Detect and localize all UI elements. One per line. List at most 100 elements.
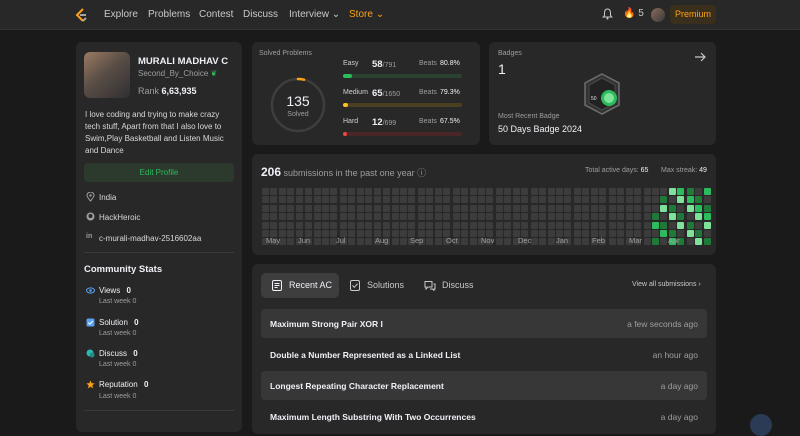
heatmap-day-cell[interactable]: [677, 204, 685, 212]
heatmap-day-cell[interactable]: [574, 204, 581, 212]
heatmap-day-cell[interactable]: [461, 196, 469, 204]
heatmap-day-cell[interactable]: [287, 196, 295, 204]
heatmap-day-cell[interactable]: [295, 196, 303, 204]
heatmap-day-cell[interactable]: [313, 238, 321, 246]
heatmap-day-cell[interactable]: [652, 196, 659, 204]
heatmap-day-cell[interactable]: [305, 213, 313, 221]
tab-solutions[interactable]: Solutions: [350, 273, 410, 298]
heatmap-day-cell[interactable]: [461, 221, 469, 229]
github-link[interactable]: HackHeroic: [99, 213, 140, 222]
heatmap-day-cell[interactable]: [373, 204, 381, 212]
heatmap-day-cell[interactable]: [686, 213, 694, 221]
heatmap-day-cell[interactable]: [660, 230, 668, 237]
heatmap-day-cell[interactable]: [426, 213, 434, 221]
linkedin-link[interactable]: c-murali-madhav-2516602aa: [99, 234, 201, 243]
heatmap-day-cell[interactable]: [703, 213, 711, 221]
heatmap-day-cell[interactable]: [478, 188, 485, 195]
heatmap-day-cell[interactable]: [391, 204, 399, 212]
heatmap-day-cell[interactable]: [686, 238, 694, 246]
heatmap-day-cell[interactable]: [539, 221, 547, 229]
heatmap-day-cell[interactable]: [262, 204, 269, 212]
heatmap-day-cell[interactable]: [305, 188, 313, 195]
heatmap-day-cell[interactable]: [625, 213, 633, 221]
heatmap-day-cell[interactable]: [496, 188, 503, 195]
submission-row[interactable]: Maximum Length Substring With Two Occurr…: [261, 402, 707, 431]
heatmap-day-cell[interactable]: [695, 238, 703, 246]
heatmap-day-cell[interactable]: [426, 204, 434, 212]
heatmap-day-cell[interactable]: [599, 204, 607, 212]
heatmap-day-cell[interactable]: [668, 188, 676, 195]
heatmap-day-cell[interactable]: [348, 196, 356, 204]
heatmap-day-cell[interactable]: [461, 230, 469, 237]
heatmap-day-cell[interactable]: [356, 230, 364, 237]
heatmap-day-cell[interactable]: [305, 221, 313, 229]
heatmap-day-cell[interactable]: [703, 230, 711, 237]
heatmap-day-cell[interactable]: [408, 196, 416, 204]
heatmap-day-cell[interactable]: [287, 213, 295, 221]
heatmap-day-cell[interactable]: [590, 213, 598, 221]
arrow-right-icon[interactable]: [694, 51, 707, 63]
heatmap-day-cell[interactable]: [695, 196, 703, 204]
premium-button[interactable]: Premium: [670, 5, 716, 24]
heatmap-day-cell[interactable]: [295, 213, 303, 221]
heatmap-day-cell[interactable]: [643, 221, 651, 229]
heatmap-day-cell[interactable]: [504, 196, 512, 204]
heatmap-day-cell[interactable]: [582, 213, 590, 221]
tab-discuss[interactable]: Discuss: [424, 273, 484, 298]
heatmap-day-cell[interactable]: [469, 196, 477, 204]
heatmap-day-cell[interactable]: [547, 196, 555, 204]
heatmap-day-cell[interactable]: [677, 196, 685, 204]
heatmap-day-cell[interactable]: [539, 230, 547, 237]
heatmap-day-cell[interactable]: [340, 188, 347, 195]
heatmap-day-cell[interactable]: [695, 188, 703, 195]
edit-profile-button[interactable]: Edit Profile: [84, 163, 234, 182]
heatmap-day-cell[interactable]: [547, 230, 555, 237]
heatmap-day-cell[interactable]: [426, 188, 434, 195]
heatmap-day-cell[interactable]: [408, 221, 416, 229]
heatmap-day-cell[interactable]: [512, 188, 520, 195]
heatmap-day-cell[interactable]: [365, 230, 373, 237]
heatmap-day-cell[interactable]: [686, 188, 694, 195]
heatmap-day-cell[interactable]: [330, 188, 338, 195]
heatmap-day-cell[interactable]: [383, 221, 391, 229]
heatmap-day-cell[interactable]: [443, 204, 451, 212]
heatmap-day-cell[interactable]: [574, 230, 581, 237]
heatmap-day-cell[interactable]: [287, 188, 295, 195]
heatmap-day-cell[interactable]: [695, 230, 703, 237]
heatmap-day-cell[interactable]: [496, 196, 503, 204]
heatmap-day-cell[interactable]: [643, 188, 651, 195]
heatmap-day-cell[interactable]: [608, 188, 616, 195]
heatmap-day-cell[interactable]: [539, 188, 547, 195]
heatmap-day-cell[interactable]: [478, 204, 485, 212]
heatmap-day-cell[interactable]: [313, 221, 321, 229]
heatmap-day-cell[interactable]: [512, 204, 520, 212]
streak-counter[interactable]: 🔥 5: [623, 8, 644, 19]
heatmap-day-cell[interactable]: [434, 204, 442, 212]
heatmap-day-cell[interactable]: [652, 204, 659, 212]
heatmap-day-cell[interactable]: [660, 213, 668, 221]
heatmap-day-cell[interactable]: [348, 188, 356, 195]
heatmap-day-cell[interactable]: [643, 204, 651, 212]
heatmap-day-cell[interactable]: [634, 204, 641, 212]
heatmap-day-cell[interactable]: [365, 204, 373, 212]
heatmap-day-cell[interactable]: [582, 204, 590, 212]
heatmap-day-cell[interactable]: [348, 204, 356, 212]
heatmap-day-cell[interactable]: [418, 204, 425, 212]
heatmap-day-cell[interactable]: [391, 196, 399, 204]
heatmap-day-cell[interactable]: [668, 221, 676, 229]
heatmap-day-cell[interactable]: [278, 213, 286, 221]
heatmap-day-cell[interactable]: [608, 213, 616, 221]
heatmap-day-cell[interactable]: [574, 188, 581, 195]
heatmap-day-cell[interactable]: [677, 221, 685, 229]
nav-store[interactable]: Store ⌄: [349, 9, 384, 20]
heatmap-day-cell[interactable]: [504, 188, 512, 195]
heatmap-day-cell[interactable]: [469, 238, 477, 246]
heatmap-day-cell[interactable]: [418, 188, 425, 195]
heatmap-day-cell[interactable]: [677, 188, 685, 195]
heatmap-day-cell[interactable]: [660, 238, 668, 246]
heatmap-day-cell[interactable]: [434, 213, 442, 221]
heatmap-day-cell[interactable]: [262, 213, 269, 221]
heatmap-day-cell[interactable]: [668, 196, 676, 204]
heatmap-day-cell[interactable]: [313, 188, 321, 195]
heatmap-day-cell[interactable]: [373, 221, 381, 229]
